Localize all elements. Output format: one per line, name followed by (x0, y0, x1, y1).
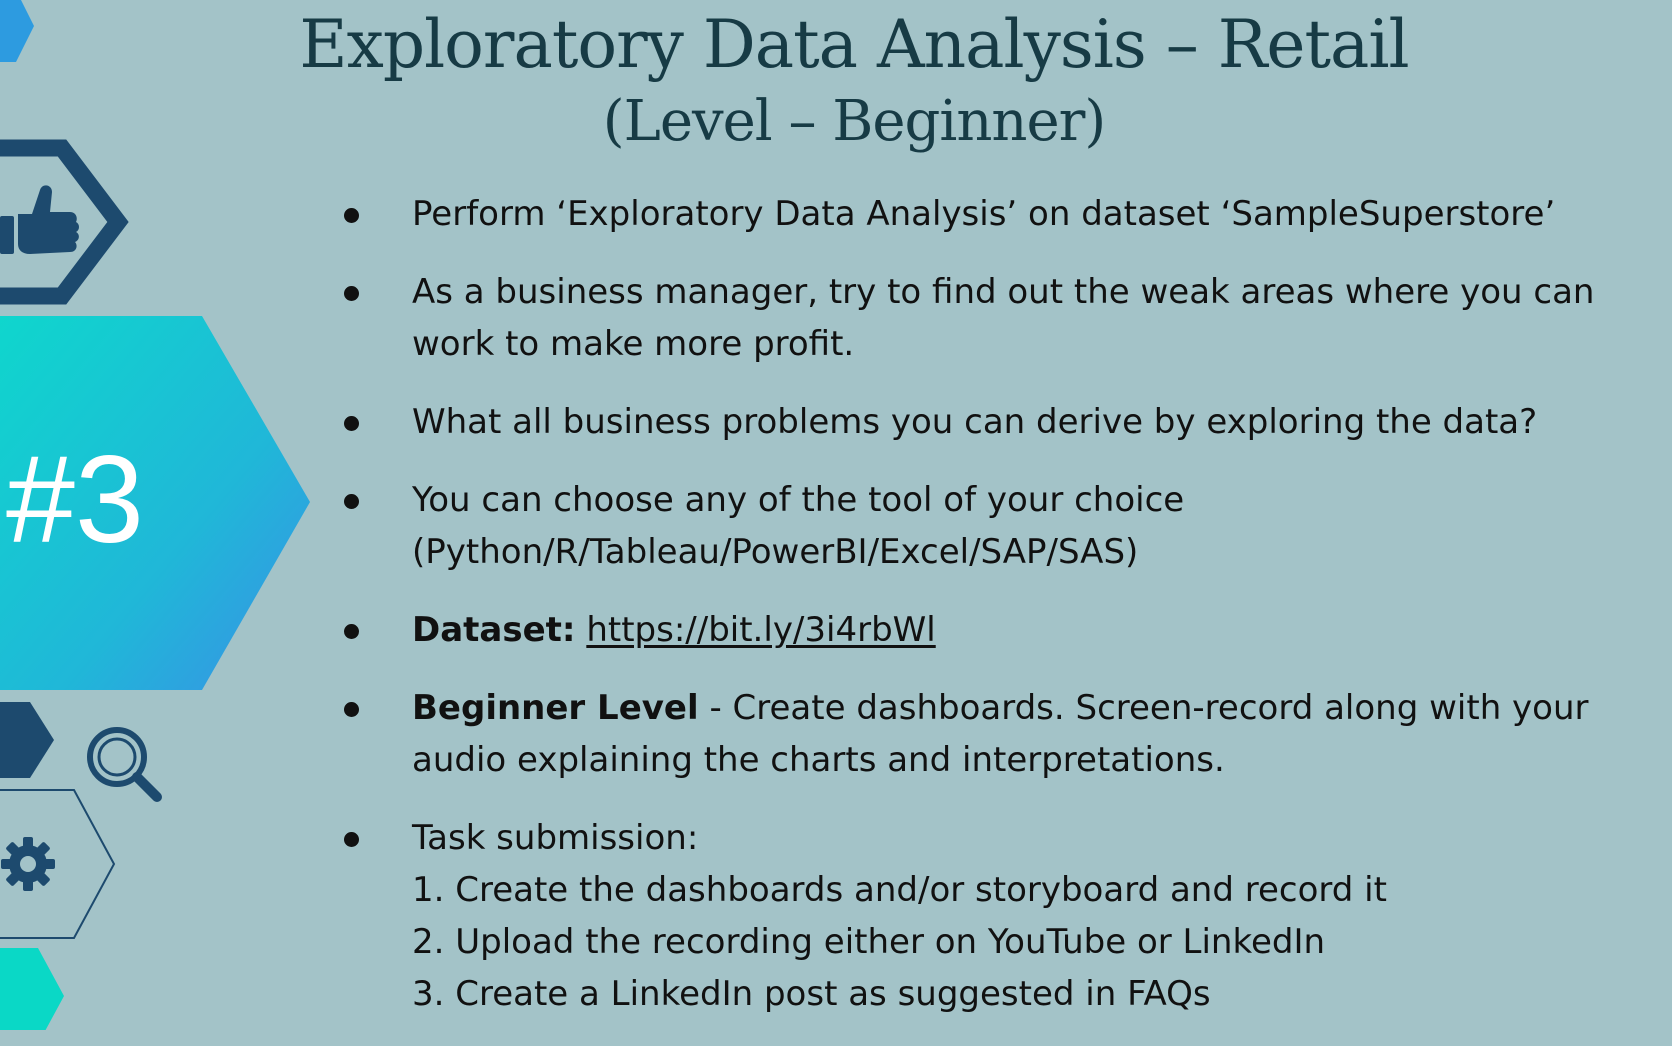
page-subtitle: (Level – Beginner) (602, 89, 1106, 154)
item-text: Perform ‘Exploratory Data Analysis’ on d… (412, 194, 1556, 234)
dataset-label: Dataset: (412, 610, 576, 650)
thumbs-up-icon (0, 185, 79, 254)
magnifier-icon (87, 727, 162, 802)
item-text-line: work to make more profit. (412, 324, 855, 364)
list-item: Beginner Level - Create dashboards. Scre… (340, 682, 1660, 786)
hex-bottom-fragment (0, 948, 64, 1030)
item-text: What all business problems you can deriv… (412, 402, 1538, 442)
item-text-line: (Python/R/Tableau/PowerBI/Excel/SAP/SAS) (412, 532, 1139, 572)
task-number-badge: #3 (6, 431, 144, 569)
submission-step: 1. Create the dashboards and/or storyboa… (412, 870, 1387, 910)
hex-small-navy (0, 702, 54, 778)
list-item: As a business manager, try to find out t… (340, 266, 1660, 370)
item-text-line: You can choose any of the tool of your c… (412, 480, 1185, 520)
task-submission-heading: Task submission: (412, 818, 699, 858)
list-item: Task submission: 1. Create the dashboard… (340, 812, 1660, 1020)
level-label: Beginner Level (412, 688, 699, 728)
page-title: Exploratory Data Analysis – Retail (299, 6, 1409, 83)
item-text-line: audio explaining the charts and interpre… (412, 740, 1225, 780)
task-list: Perform ‘Exploratory Data Analysis’ on d… (340, 188, 1660, 1046)
list-item: Dataset: https://bit.ly/3i4rbWl (340, 604, 1660, 656)
submission-step: 3. Create a LinkedIn post as suggested i… (412, 974, 1211, 1014)
list-item: What all business problems you can deriv… (340, 396, 1660, 448)
gear-icon (1, 837, 55, 891)
item-text: - Create dashboards. Screen-record along… (698, 688, 1589, 728)
list-item: You can choose any of the tool of your c… (340, 474, 1660, 578)
list-item: Perform ‘Exploratory Data Analysis’ on d… (340, 188, 1660, 240)
item-text-line: As a business manager, try to find out t… (412, 272, 1595, 312)
dataset-link[interactable]: https://bit.ly/3i4rbWl (586, 610, 935, 650)
submission-step: 2. Upload the recording either on YouTub… (412, 922, 1326, 962)
